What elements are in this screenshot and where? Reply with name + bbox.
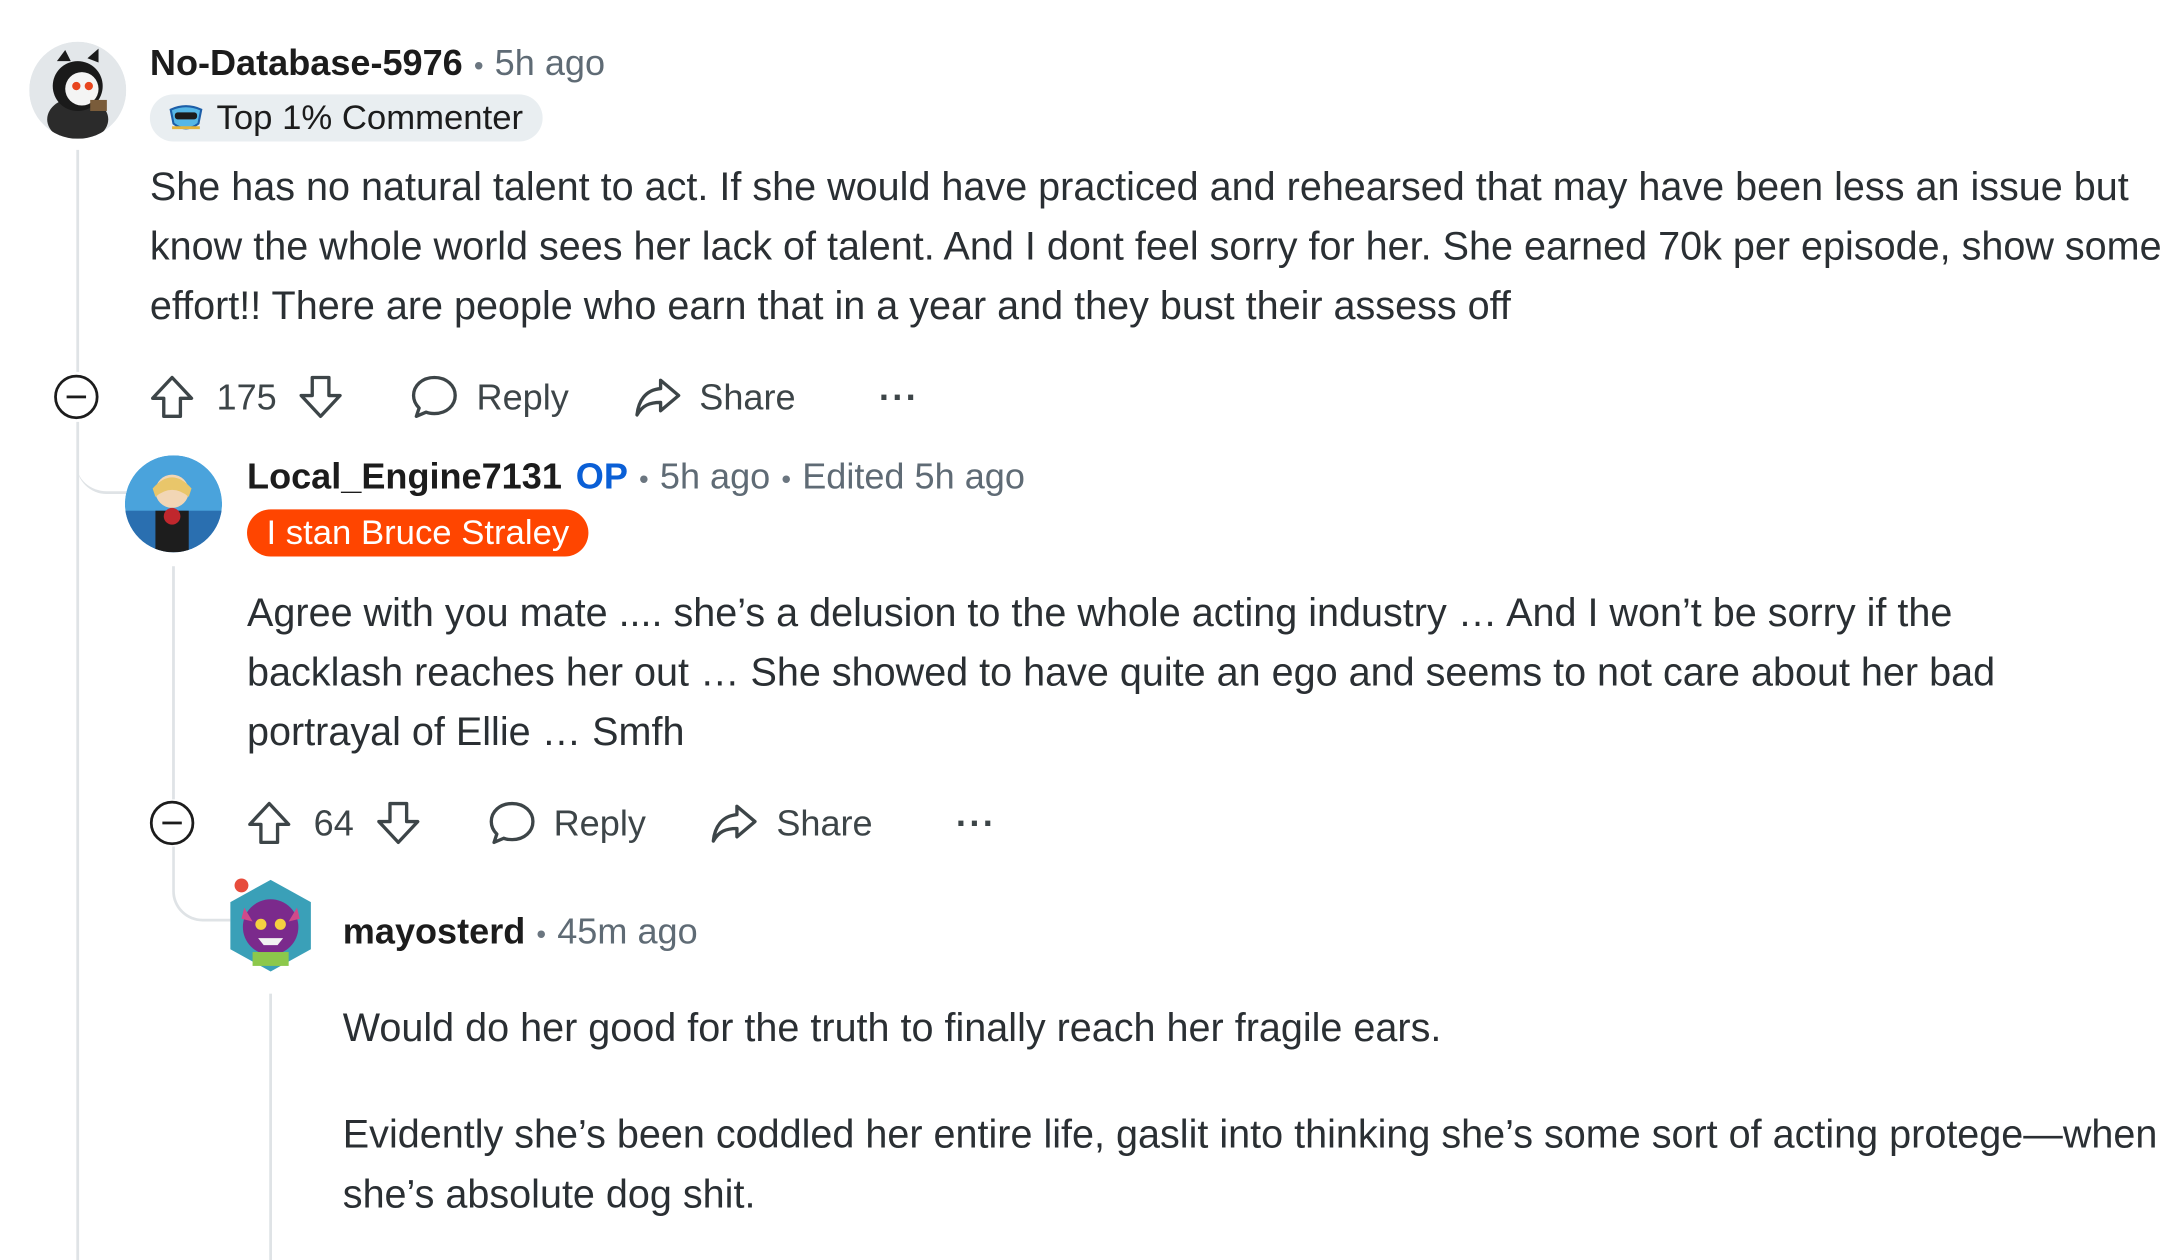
flair-label: I stan Bruce Straley — [266, 512, 570, 552]
share-arrow-icon — [710, 798, 760, 848]
more-options-button[interactable]: ··· — [956, 801, 996, 844]
comment-text: Agree with you mate .... she’s a delusio… — [247, 591, 1996, 755]
comment-body: She has no natural talent to act. If she… — [150, 158, 2162, 337]
share-label: Share — [776, 801, 873, 844]
username[interactable]: mayosterd — [343, 910, 525, 953]
comment-meta: No-Database-5976 • 5h ago — [150, 42, 605, 85]
thread-line-2[interactable] — [172, 566, 175, 800]
upvote-icon[interactable] — [244, 798, 294, 848]
comment-thread: No-Database-5976 • 5h ago Top 1% Comment… — [0, 0, 2176, 1260]
comment-meta: Local_Engine7131 OP • 5h ago • Edited 5h… — [247, 455, 1025, 498]
separator-dot: • — [781, 464, 792, 496]
reply-label: Reply — [553, 801, 646, 844]
share-button[interactable]: Share — [633, 372, 796, 422]
comment-actions: 64 Reply Share ··· — [244, 792, 996, 853]
downvote-icon[interactable] — [296, 372, 346, 422]
separator-dot: • — [536, 920, 547, 951]
reply-button[interactable]: Reply — [410, 372, 569, 422]
minus-icon — [66, 395, 87, 399]
comment-text: Evidently she’s been coddled her entire … — [342, 1113, 2158, 1218]
more-options-button[interactable]: ··· — [879, 375, 919, 418]
username[interactable]: Local_Engine7131 — [247, 455, 562, 498]
vote-count: 64 — [313, 801, 354, 844]
thread-line-3[interactable] — [269, 993, 273, 1260]
share-label: Share — [699, 375, 796, 418]
avatar[interactable] — [124, 455, 223, 553]
share-arrow-icon — [633, 372, 683, 422]
collapse-thread-button[interactable] — [54, 374, 99, 420]
avatar[interactable] — [29, 41, 127, 139]
separator-dot: • — [639, 464, 649, 496]
thread-connector — [76, 422, 127, 495]
comment-body: Would do her good for the truth to final… — [343, 999, 2176, 1225]
avatar[interactable] — [222, 872, 319, 980]
timestamp[interactable]: 5h ago — [495, 42, 605, 85]
separator-dot: • — [473, 51, 484, 82]
share-button[interactable]: Share — [710, 798, 873, 848]
downvote-icon[interactable] — [373, 798, 423, 848]
upvote-icon[interactable] — [147, 372, 197, 422]
comment-meta: mayosterd • 45m ago — [343, 910, 698, 953]
vote-count: 175 — [216, 375, 277, 418]
comment-bubble-icon — [487, 798, 537, 848]
thread-line-1b[interactable] — [76, 421, 80, 1260]
reply-button[interactable]: Reply — [487, 798, 646, 848]
edited-label: Edited 5h ago — [802, 455, 1025, 497]
reply-label: Reply — [476, 375, 569, 418]
comment-actions: 175 Reply Share ··· — [147, 366, 919, 427]
comment-bubble-icon — [410, 372, 460, 422]
username[interactable]: No-Database-5976 — [150, 42, 463, 85]
collapse-thread-button[interactable] — [149, 800, 195, 846]
flair-label: Top 1% Commenter — [216, 97, 524, 137]
user-flair: I stan Bruce Straley — [247, 509, 589, 557]
comment-text: She has no natural talent to act. If she… — [149, 165, 2162, 329]
minus-icon — [162, 821, 182, 825]
comment-body: Agree with you mate .... she’s a delusio… — [247, 584, 2107, 763]
timestamp[interactable]: 5h ago — [660, 455, 770, 498]
op-badge: OP — [575, 455, 628, 497]
user-flair: Top 1% Commenter — [149, 94, 543, 142]
timestamp[interactable]: 45m ago — [557, 910, 697, 953]
shield-badge-icon — [169, 105, 203, 130]
comment-text: Would do her good for the truth to final… — [342, 1006, 1442, 1051]
thread-line-1[interactable] — [76, 149, 80, 372]
